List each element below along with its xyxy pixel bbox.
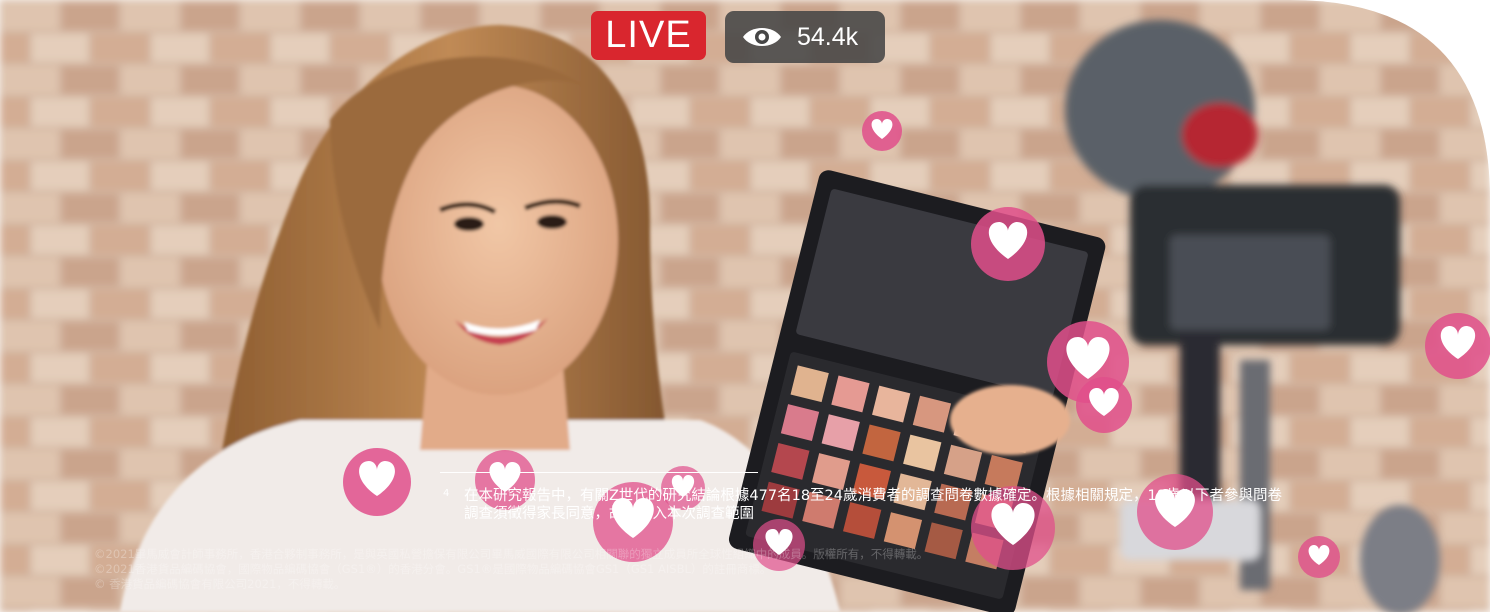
eye-icon	[743, 28, 781, 46]
viewer-count-badge: 54.4k	[725, 11, 885, 63]
livestream-screenshot: LIVE 54.4k 4 在本研究報告中，有關Z世代的研究結論根據477名18至…	[0, 0, 1490, 612]
footnote-marker: 4	[443, 488, 450, 499]
footnote: 4 在本研究報告中，有關Z世代的研究結論根據477名18至24歲消費者的調查問卷…	[440, 472, 1485, 523]
footnote-rule	[440, 472, 758, 473]
heart-reaction-icon	[971, 207, 1045, 281]
footnote-text-line1: 在本研究報告中，有關Z世代的研究結論根據477名18至24歲消費者的調查問卷數據…	[464, 488, 1282, 504]
heart-reaction-icon	[1076, 377, 1132, 433]
viewer-count: 54.4k	[797, 22, 859, 51]
live-badge: LIVE	[591, 11, 706, 60]
copyright-notice: ©2021畢馬威會計師事務所，香港合夥制事務所，是與英國私營擔保有限公司畢馬威國…	[94, 547, 1194, 592]
heart-reaction-icon	[1425, 313, 1490, 379]
copyright-line2: ©2021香港貨品編碼協會，國際物品編碼協會（GS1®）的香港分會。GS1®是國…	[94, 562, 772, 576]
copyright-line1: ©2021畢馬威會計師事務所，香港合夥制事務所，是與英國私營擔保有限公司畢馬威國…	[94, 547, 929, 561]
heart-reaction-icon	[1298, 536, 1340, 578]
copyright-line3: © 香港貨品編碼協會有限公司2021，不得轉載。	[94, 577, 346, 591]
footnote-text-line2: 調查須徵得家長同意，故未納入本次調查範圍	[464, 506, 754, 522]
heart-reaction-icon	[862, 111, 902, 151]
heart-reaction-icon	[343, 448, 411, 516]
